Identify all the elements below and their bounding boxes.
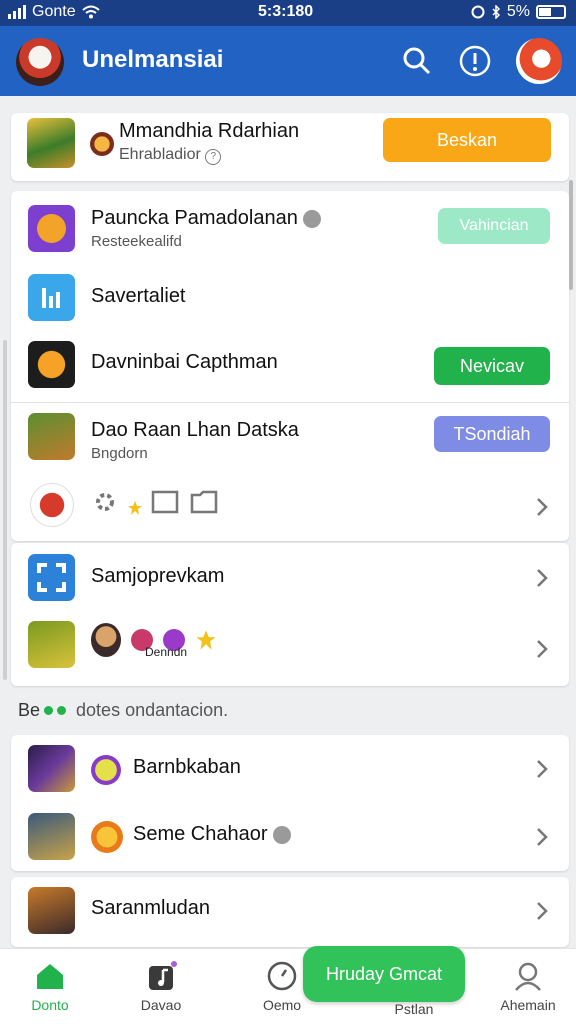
scrollbar-left <box>3 340 7 680</box>
status-dot <box>57 706 67 715</box>
list-item[interactable]: Saranmludan <box>11 877 569 947</box>
chevron-right-icon[interactable] <box>535 568 549 588</box>
nav-label: Donto <box>31 997 69 1013</box>
app-bar: Unelmansiai <box>0 26 576 96</box>
item-title: Samjoprevkam <box>91 565 225 587</box>
home-icon <box>33 959 67 993</box>
section-header: Be dotes ondantacion. <box>18 700 228 721</box>
nav-item-profile[interactable]: Ahemain <box>483 959 573 1013</box>
item-subtitle: Bngdorn <box>91 445 148 462</box>
status-bar: Gonte 5:3:180 5% <box>0 0 576 26</box>
list-item[interactable]: Seme Chahaor <box>11 803 569 871</box>
chevron-right-icon[interactable] <box>535 901 549 921</box>
badge-icon <box>91 755 121 785</box>
featured-app-icon <box>27 118 75 168</box>
list-item[interactable]: Pauncka Pamadolanan Resteekealifd Vahinc… <box>11 191 569 263</box>
nav-label: Davao <box>140 997 182 1013</box>
badge-icon <box>91 821 123 853</box>
app-icon-yellow <box>28 621 75 668</box>
group2-card: Samjoprevkam Denndn <box>11 543 569 686</box>
nav-label: Ahemain <box>500 997 556 1013</box>
clock: 5:3:180 <box>258 3 314 20</box>
star-icon <box>196 630 216 650</box>
item-title: Dao Raan Lhan Datska <box>91 419 299 441</box>
item-subtitle: Resteekealifd <box>91 233 182 250</box>
section-prefix: Be <box>18 700 41 720</box>
group4-card: Saranmludan <box>11 877 569 947</box>
bluetooth-icon <box>492 5 500 19</box>
featured-mini-icon <box>90 132 114 156</box>
item-caption: Denndn <box>145 645 188 659</box>
app-icon-dark <box>28 745 75 792</box>
featured-title: Mmandhia Rdarhian <box>119 120 300 142</box>
nav-item-home[interactable]: Donto <box>5 959 95 1013</box>
group3-card: Barnbkaban Seme Chahaor <box>11 735 569 871</box>
profile-icon <box>511 959 545 993</box>
verified-icon <box>273 825 292 844</box>
list-item[interactable]: Samjoprevkam <box>11 543 569 613</box>
list-item[interactable]: Dao Raan Lhan Datska Bngdorn TSondiah <box>11 403 569 473</box>
item-title: Savertaliet <box>91 285 186 307</box>
list-item[interactable]: Davninbai Capthman Nevicav <box>11 333 569 401</box>
app-icon-hero <box>28 887 75 934</box>
profile-avatar[interactable] <box>516 38 562 84</box>
app-icon-purple <box>28 205 75 252</box>
help-circle-icon: ? <box>205 149 222 165</box>
item-title: Saranmludan <box>91 897 210 919</box>
bottom-nav: Donto Davao Oemo Pstlan Ahemain <box>0 948 576 1024</box>
star-icon <box>128 501 142 515</box>
nav-item-music[interactable]: Davao <box>116 959 206 1013</box>
item-title: Pauncka Pamadolanan <box>91 207 322 230</box>
app-icon-warrior <box>28 813 75 860</box>
nav-label: Pstlan <box>394 1001 434 1017</box>
search-icon[interactable] <box>398 42 436 80</box>
group1-card: Pauncka Pamadolanan Resteekealifd Vahinc… <box>11 191 569 541</box>
chart-app-icon <box>28 274 75 321</box>
list-item[interactable]: Savertaliet <box>11 263 569 333</box>
chevron-right-icon[interactable] <box>535 639 549 659</box>
floating-action-button[interactable]: Hruday Gmcat <box>303 946 465 1002</box>
verified-icon <box>303 209 322 228</box>
section-title: dotes ondantacion. <box>76 700 229 720</box>
clock-icon <box>265 959 299 993</box>
status-dot <box>44 706 54 715</box>
app-logo[interactable] <box>16 38 64 86</box>
chevron-right-icon[interactable] <box>535 827 549 847</box>
signal-icon <box>8 5 26 19</box>
character-icon <box>91 623 121 657</box>
info-icon[interactable] <box>456 42 494 80</box>
app-icon-red <box>30 483 74 527</box>
item-action-button[interactable]: TSondiah <box>434 416 550 452</box>
folder-icon <box>190 490 218 514</box>
battery-icon <box>536 5 566 19</box>
music-icon <box>144 959 178 993</box>
image-icon <box>151 490 179 514</box>
scrollbar[interactable] <box>569 180 573 290</box>
chevron-right-icon[interactable] <box>535 759 549 779</box>
item-title: Seme Chahaor <box>133 823 292 846</box>
featured-action-button[interactable]: Beskan <box>383 118 551 162</box>
app-title: Unelmansiai <box>82 46 224 73</box>
app-icon-orange <box>28 341 75 388</box>
featured-card[interactable]: Mmandhia Rdarhian Ehrabladior ? Beskan <box>11 113 569 181</box>
list-item[interactable]: Denndn <box>11 613 569 686</box>
scan-app-icon <box>28 554 75 601</box>
item-action-button[interactable]: Vahincian <box>438 208 550 244</box>
featured-subtitle: Ehrabladior ? <box>119 146 222 165</box>
list-item[interactable] <box>11 473 569 541</box>
battery-percent: 5% <box>506 3 530 20</box>
gear-icon <box>96 493 114 511</box>
list-item[interactable]: Barnbkaban <box>11 735 569 803</box>
app-icon-game <box>28 413 75 460</box>
icon-strip <box>91 488 219 516</box>
alarm-icon <box>471 5 485 19</box>
wifi-icon <box>81 5 100 19</box>
item-title: Davninbai Capthman <box>91 351 278 373</box>
item-title: Barnbkaban <box>133 756 241 778</box>
item-action-button[interactable]: Nevicav <box>434 347 550 385</box>
chevron-right-icon[interactable] <box>535 497 549 517</box>
carrier-label: Gonte <box>32 3 76 20</box>
nav-label: Oemo <box>262 997 302 1013</box>
